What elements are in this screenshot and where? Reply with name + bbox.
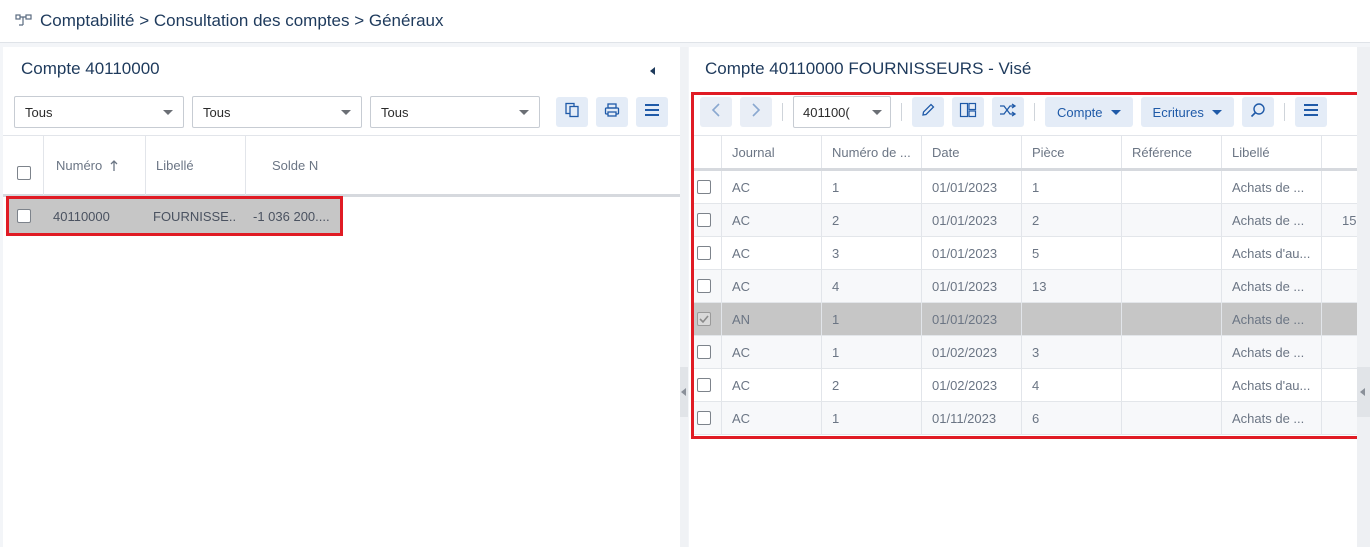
select-all-cell (17, 136, 31, 195)
col-libelle[interactable]: Libellé (156, 136, 194, 195)
row-checkbox[interactable] (17, 209, 31, 223)
entries-panel: Compte 40110000 FOURNISSEURS - Visé 4011… (689, 47, 1369, 547)
filter-select-2[interactable]: Tous (192, 96, 362, 128)
copy-button[interactable] (556, 97, 588, 127)
filter-select-3-value: Tous (381, 104, 409, 120)
right-panel-title: Compte 40110000 FOURNISSEURS - Visé (705, 59, 1032, 78)
splitter-arrow-icon (1360, 388, 1365, 396)
accounts-panel: Compte 40110000 Tous Tous Tous Numéro Li… (3, 47, 680, 547)
filter-select-2-value: Tous (203, 104, 231, 120)
panel-splitter[interactable] (680, 47, 688, 547)
print-button[interactable] (596, 97, 628, 127)
accounts-table-header: Numéro Libellé Solde N (3, 135, 680, 197)
caret-down-icon (341, 109, 351, 115)
select-all-checkbox[interactable] (17, 165, 31, 180)
splitter-arrow-icon (681, 388, 686, 396)
filter-select-3[interactable]: Tous (370, 96, 540, 128)
table-row[interactable]: 40110000 FOURNISSE... -1 036 200.... (6, 196, 343, 236)
col-solde[interactable]: Solde N (272, 136, 318, 195)
menu-icon (644, 103, 660, 122)
cell-solde: -1 036 200.... (253, 208, 330, 224)
print-icon (604, 102, 620, 123)
filter-select-1[interactable]: Tous (14, 96, 184, 128)
copy-icon (564, 102, 580, 123)
right-splitter[interactable] (1357, 47, 1370, 547)
hierarchy-icon (14, 13, 34, 29)
sort-up-icon (110, 159, 118, 172)
col-numero-label: Numéro (56, 158, 103, 173)
collapse-left-icon[interactable] (648, 64, 658, 76)
cell-numero: 40110000 (53, 208, 110, 224)
breadcrumb: Comptabilité > Consultation des comptes … (40, 11, 444, 30)
left-panel-title: Compte 40110000 (21, 59, 160, 78)
breadcrumb-bar: Comptabilité > Consultation des comptes … (0, 0, 1370, 43)
cell-libelle: FOURNISSE... (153, 208, 237, 224)
left-menu-button[interactable] (636, 97, 668, 127)
highlight-frame (691, 92, 1369, 439)
caret-down-icon (163, 109, 173, 115)
filter-select-1-value: Tous (25, 104, 53, 120)
caret-down-icon (519, 109, 529, 115)
col-numero[interactable]: Numéro (56, 136, 118, 195)
